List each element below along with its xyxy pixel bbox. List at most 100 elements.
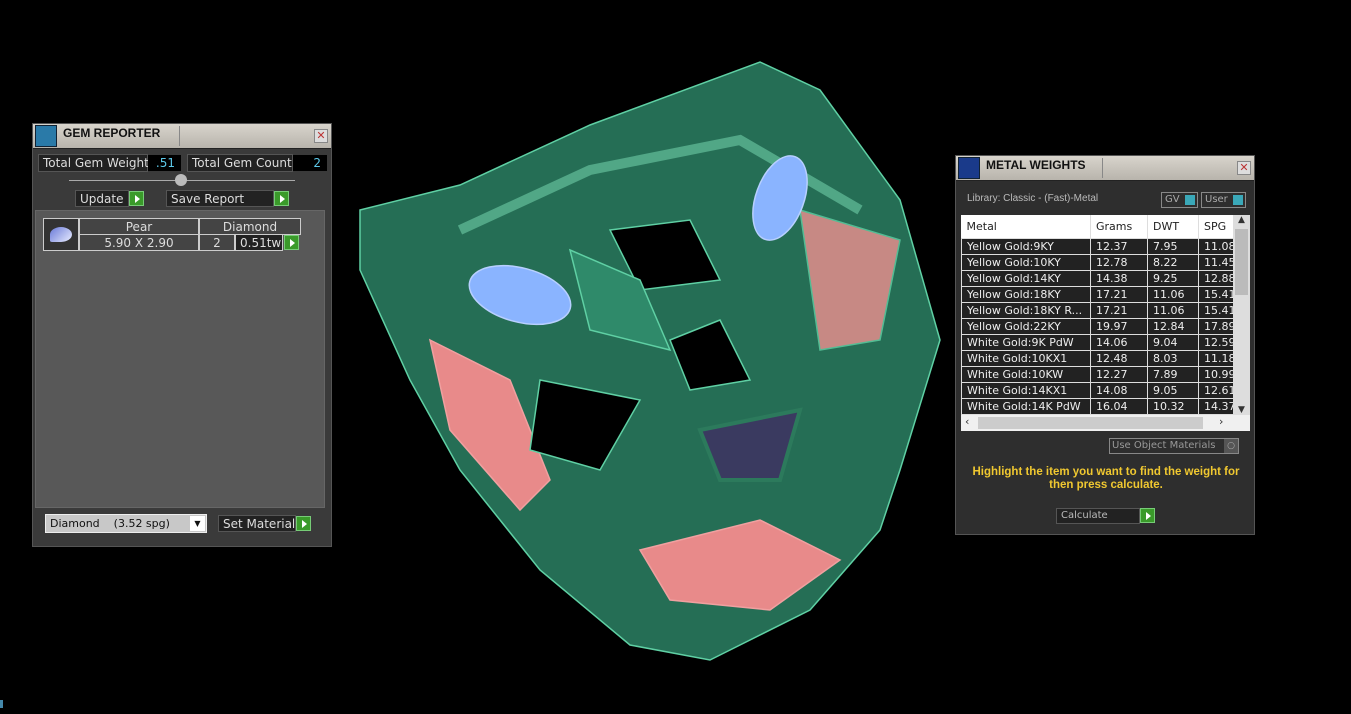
total-gem-weight-label: Total Gem Weight xyxy=(38,154,149,172)
table-cell: White Gold:10KW xyxy=(961,365,1091,383)
close-icon[interactable]: ✕ xyxy=(1237,161,1251,175)
gv-toggle[interactable]: GV xyxy=(1161,192,1198,208)
calculate-button[interactable]: Calculate xyxy=(1056,508,1140,524)
metal-weights-titlebar[interactable]: METAL WEIGHTS ✕ xyxy=(956,156,1254,181)
table-cell: 14.08 xyxy=(1090,381,1148,399)
gem-shape: Pear xyxy=(79,218,199,235)
close-icon[interactable]: ✕ xyxy=(314,129,328,143)
metal-table: Metal Grams DWT SPG Yellow Gold:9KY 12.37 7.9… xyxy=(961,215,1250,431)
column-header[interactable]: SPG xyxy=(1198,215,1234,238)
scale-app-icon xyxy=(958,157,980,179)
ring-model xyxy=(359,61,941,661)
table-cell: Yellow Gold:22KY xyxy=(961,317,1091,335)
table-cell: White Gold:9K PdW xyxy=(961,333,1091,351)
table-cell: 15.41 xyxy=(1198,301,1234,319)
pear-gem-thumbnail-icon xyxy=(43,218,79,251)
column-header[interactable]: DWT xyxy=(1147,215,1199,238)
gv-label: GV xyxy=(1165,194,1180,205)
model-viewport[interactable] xyxy=(340,50,950,670)
table-row[interactable]: White Gold:9K PdW 14.06 9.04 12.59 xyxy=(961,333,1234,351)
vertical-scrollbar[interactable]: ▲ ▼ xyxy=(1233,215,1250,415)
table-row[interactable]: White Gold:10KX1 12.48 8.03 11.18 xyxy=(961,349,1234,367)
column-header[interactable]: Metal xyxy=(961,215,1091,238)
gem-list: Pear Diamond 5.90 X 2.90 2 0.51tw xyxy=(35,210,325,508)
user-label: User xyxy=(1205,194,1228,205)
table-cell: White Gold:14K PdW xyxy=(961,397,1091,415)
gem-reporter-panel: GEM REPORTER ✕ Total Gem Weight .51 Tota… xyxy=(32,123,332,547)
set-material-go-icon[interactable] xyxy=(296,516,311,531)
set-material-button[interactable]: Set Material xyxy=(218,515,296,532)
gem-reporter-titlebar[interactable]: GEM REPORTER ✕ xyxy=(33,124,331,149)
title-divider xyxy=(1102,158,1103,178)
table-row[interactable]: White Gold:10KW 12.27 7.89 10.99 xyxy=(961,365,1234,383)
table-cell: 14.37 xyxy=(1198,397,1234,415)
table-cell: Yellow Gold:10KY xyxy=(961,253,1091,271)
table-cell: 17.21 xyxy=(1090,301,1148,319)
table-cell: 12.37 xyxy=(1090,237,1148,255)
table-cell: 12.88 xyxy=(1198,269,1234,287)
table-cell: 7.89 xyxy=(1147,365,1199,383)
table-cell: 14.06 xyxy=(1090,333,1148,351)
table-cell: 12.61 xyxy=(1198,381,1234,399)
gem-count: 2 xyxy=(199,234,235,251)
table-cell: White Gold:14KX1 xyxy=(961,381,1091,399)
table-row[interactable]: Yellow Gold:9KY 12.37 7.95 11.08 xyxy=(961,237,1234,255)
table-cell: 12.59 xyxy=(1198,333,1234,351)
update-go-icon[interactable] xyxy=(129,191,144,206)
table-cell: 16.04 xyxy=(1090,397,1148,415)
use-object-materials-label: Use Object Materials xyxy=(1112,440,1216,451)
use-object-materials-toggle[interactable]: Use Object Materials ○ xyxy=(1109,438,1239,454)
table-cell: Yellow Gold:9KY xyxy=(961,237,1091,255)
table-cell: 11.08 xyxy=(1198,237,1234,255)
table-cell: 17.21 xyxy=(1090,285,1148,303)
table-row[interactable]: Yellow Gold:10KY 12.78 8.22 11.45 xyxy=(961,253,1234,271)
panel-title: GEM REPORTER xyxy=(63,126,161,140)
horizontal-scrollbar[interactable]: ‹ › xyxy=(961,415,1250,431)
total-gem-count-label: Total Gem Count xyxy=(187,154,293,172)
table-cell: 12.27 xyxy=(1090,365,1148,383)
table-row[interactable]: Yellow Gold:18KY 17.21 11.06 15.41 xyxy=(961,285,1234,303)
splitter-handle[interactable] xyxy=(69,174,295,186)
calculate-go-icon[interactable] xyxy=(1140,508,1155,523)
table-cell: 12.48 xyxy=(1090,349,1148,367)
user-toggle[interactable]: User xyxy=(1201,192,1246,208)
gem-row[interactable]: Pear Diamond 5.90 X 2.90 2 0.51tw xyxy=(43,218,301,251)
table-cell: 11.06 xyxy=(1147,285,1199,303)
table-cell: 8.22 xyxy=(1147,253,1199,271)
update-button[interactable]: Update xyxy=(75,190,129,207)
table-cell: 10.32 xyxy=(1147,397,1199,415)
table-cell: 12.78 xyxy=(1090,253,1148,271)
gem-reporter-app-icon xyxy=(35,125,57,147)
material-select[interactable]: Diamond (3.52 spg) ▼ xyxy=(45,514,207,533)
panel-title: METAL WEIGHTS xyxy=(986,158,1086,172)
library-label: Library: Classic - (Fast)-Metal xyxy=(967,193,1099,204)
column-header[interactable]: Grams xyxy=(1090,215,1148,238)
table-row[interactable]: White Gold:14KX1 14.08 9.05 12.61 xyxy=(961,381,1234,399)
table-row[interactable]: Yellow Gold:14KY 14.38 9.25 12.88 xyxy=(961,269,1234,287)
table-cell: 11.18 xyxy=(1198,349,1234,367)
table-cell: White Gold:10KX1 xyxy=(961,349,1091,367)
table-cell: 8.03 xyxy=(1147,349,1199,367)
title-divider xyxy=(179,126,180,146)
chevron-down-icon[interactable]: ▼ xyxy=(190,516,205,531)
table-cell: 14.38 xyxy=(1090,269,1148,287)
table-row[interactable]: White Gold:14K PdW 16.04 10.32 14.37 xyxy=(961,397,1234,415)
table-cell: 10.99 xyxy=(1198,365,1234,383)
table-cell: 7.95 xyxy=(1147,237,1199,255)
table-cell: Yellow Gold:14KY xyxy=(961,269,1091,287)
save-report-button[interactable]: Save Report xyxy=(166,190,274,207)
table-row[interactable]: Yellow Gold:18KY R... 17.21 11.06 15.41 xyxy=(961,301,1234,319)
total-gem-count-value: 2 xyxy=(293,155,327,171)
metal-weights-panel: METAL WEIGHTS ✕ Library: Classic - (Fast… xyxy=(955,155,1255,535)
table-cell: 9.05 xyxy=(1147,381,1199,399)
table-cell: 12.84 xyxy=(1147,317,1199,335)
table-cell: 11.45 xyxy=(1198,253,1234,271)
gem-go-icon[interactable] xyxy=(284,235,299,250)
table-cell: 15.41 xyxy=(1198,285,1234,303)
save-report-go-icon[interactable] xyxy=(274,191,289,206)
gem-weight: 0.51tw xyxy=(235,234,283,251)
hint-text: Highlight the item you want to find the … xyxy=(972,466,1240,491)
table-cell: 17.89 xyxy=(1198,317,1234,335)
table-row[interactable]: Yellow Gold:22KY 19.97 12.84 17.89 xyxy=(961,317,1234,335)
total-gem-weight-value: .51 xyxy=(148,155,181,171)
